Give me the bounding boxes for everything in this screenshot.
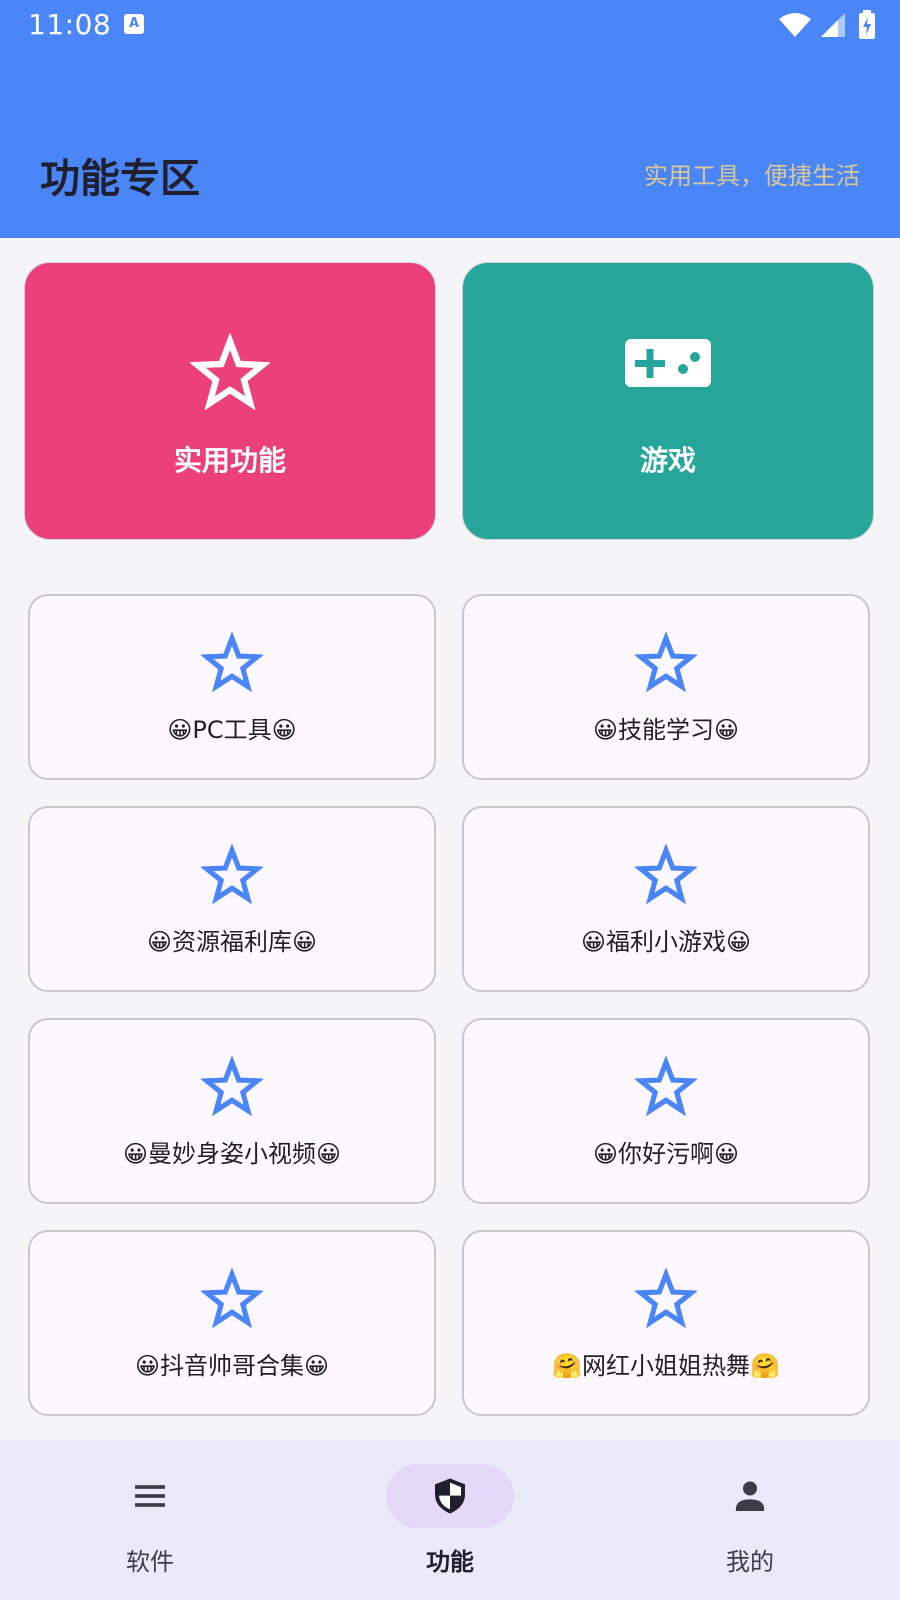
- nav-label: 软件: [126, 1548, 174, 1576]
- grid-card[interactable]: 😀技能学习😀: [462, 594, 870, 780]
- star-outline-icon: [635, 1268, 697, 1329]
- nav-item-mine[interactable]: 我的: [600, 1440, 900, 1600]
- page-title: 功能专区: [40, 156, 200, 202]
- featured-card-games[interactable]: 游戏: [462, 262, 874, 540]
- status-time: 11:08: [28, 8, 112, 41]
- featured-card-practical[interactable]: 实用功能: [24, 262, 436, 540]
- nav-icon-container: [386, 1464, 514, 1528]
- grid-card-label: 😀资源福利库😀: [146, 928, 318, 956]
- star-outline-icon: [201, 1056, 263, 1117]
- nav-item-features[interactable]: 功能: [300, 1440, 600, 1600]
- grid-card-label: 😀抖音帅哥合集😀: [134, 1352, 330, 1380]
- nav-label: 功能: [426, 1548, 474, 1576]
- grid-card-label: 🤗网红小姐姐热舞🤗: [552, 1352, 780, 1380]
- grid-card[interactable]: 😀资源福利库😀: [28, 806, 436, 992]
- menu-icon: [135, 1485, 165, 1507]
- grid-card[interactable]: 😀抖音帅哥合集😀: [28, 1230, 436, 1416]
- grid-card[interactable]: 😀PC工具😀: [28, 594, 436, 780]
- star-outline-icon: [201, 1268, 263, 1329]
- grid-card-label: 😀你好污啊😀: [592, 1140, 740, 1168]
- a-icon: A: [124, 14, 144, 34]
- grid-card[interactable]: 🤗网红小姐姐热舞🤗: [462, 1230, 870, 1416]
- featured-card-label: 游戏: [639, 444, 696, 477]
- grid-card-label: 😀PC工具😀: [167, 716, 297, 744]
- nav-item-software[interactable]: 软件: [0, 1440, 300, 1600]
- grid-card-label: 😀曼妙身姿小视频😀: [122, 1140, 342, 1168]
- star-outline-icon: [635, 1056, 697, 1117]
- shield-icon: [435, 1478, 465, 1514]
- grid-card-label: 😀福利小游戏😀: [580, 928, 752, 956]
- star-outline-icon: [635, 632, 697, 693]
- grid-card[interactable]: 😀福利小游戏😀: [462, 806, 870, 992]
- star-outline-icon: [201, 632, 263, 693]
- featured-card-label: 实用功能: [173, 444, 286, 477]
- grid-card[interactable]: 😀曼妙身姿小视频😀: [28, 1018, 436, 1204]
- star-outline-icon: [201, 844, 263, 905]
- app-header: 11:08 A 功能专区 实用工具，便捷生活: [0, 0, 900, 238]
- nav-label: 我的: [726, 1548, 774, 1576]
- grid-card-label: 😀技能学习😀: [592, 716, 740, 744]
- grid-card[interactable]: 😀你好污啊😀: [462, 1018, 870, 1204]
- signal-icon: [821, 13, 845, 37]
- page-subtitle: 实用工具，便捷生活: [644, 162, 860, 190]
- nav-icon-container: [686, 1464, 814, 1528]
- person-icon: [735, 1481, 765, 1511]
- nav-icon-container: [86, 1464, 214, 1528]
- bottom-nav: 软件 功能 我的: [0, 1440, 900, 1600]
- gamepad-icon: [625, 339, 711, 387]
- wifi-icon: [779, 13, 811, 37]
- battery-charging-icon: [859, 10, 875, 39]
- star-outline-icon: [635, 844, 697, 905]
- star-outline-icon: [190, 333, 270, 411]
